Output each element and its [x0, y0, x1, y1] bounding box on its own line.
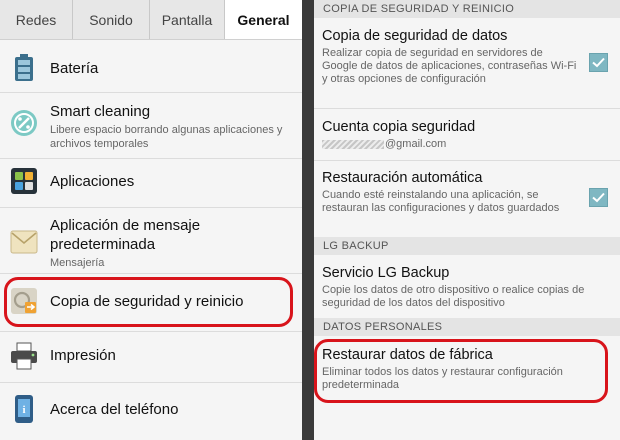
apps-icon: [10, 167, 38, 195]
tab-sonido[interactable]: Sonido: [73, 0, 150, 39]
settings-item-title: Smart cleaning: [50, 103, 151, 120]
section-header-lg-backup: LG BACKUP: [314, 237, 620, 255]
settings-item-title: Aplicación de mensaje predeterminada: [50, 217, 201, 253]
smart-cleaning-icon: [10, 109, 38, 137]
setting-subtitle: Cuando esté reinstalando una aplicación,…: [322, 189, 560, 214]
settings-item-acerca-telefono[interactable]: i Acerca del teléfono: [0, 386, 302, 432]
settings-item-aplicaciones[interactable]: Aplicaciones: [0, 160, 302, 202]
highlight-box-restaurar-fabrica: [314, 339, 608, 403]
settings-item-bateria[interactable]: Batería: [0, 48, 302, 88]
backup-data-checkbox[interactable]: [589, 53, 608, 72]
section-header-copia-seguridad: COPIA DE SEGURIDAD Y REINICIO: [314, 0, 620, 18]
divider: [314, 108, 620, 109]
checkmark-icon: [592, 57, 605, 68]
setting-title: Servicio LG Backup: [322, 265, 450, 281]
settings-item-mensaje-predeterminada[interactable]: Aplicación de mensaje predeterminada Men…: [0, 210, 302, 270]
tab-pantalla[interactable]: Pantalla: [150, 0, 225, 39]
divider: [314, 160, 620, 161]
setting-servicio-lg-backup[interactable]: Servicio LG Backup Copie los datos de ot…: [314, 258, 620, 314]
message-app-icon: [10, 228, 38, 256]
panel-divider: [302, 0, 314, 440]
divider: [0, 158, 302, 159]
account-email: @gmail.com: [322, 138, 578, 151]
setting-title: Restauración automática: [322, 170, 483, 186]
divider: [0, 273, 302, 274]
redacted-email-user: [322, 139, 384, 149]
divider: [0, 331, 302, 332]
email-domain: @gmail.com: [385, 138, 447, 150]
settings-item-subtitle: Mensajería: [50, 257, 105, 269]
svg-text:i: i: [22, 404, 25, 416]
setting-subtitle: Copie los datos de otro dispositivo o re…: [322, 284, 585, 309]
setting-title: Cuenta copia seguridad: [322, 119, 476, 135]
backup-reset-panel: COPIA DE SEGURIDAD Y REINICIO Copia de s…: [314, 0, 620, 440]
tab-redes[interactable]: Redes: [0, 0, 73, 39]
setting-subtitle: Realizar copia de seguridad en servidore…: [322, 47, 577, 85]
settings-tab-bar: Redes Sonido Pantalla General: [0, 0, 302, 40]
auto-restore-checkbox[interactable]: [589, 188, 608, 207]
general-settings-panel: Redes Sonido Pantalla General Batería Sm…: [0, 0, 302, 440]
about-phone-icon: i: [10, 395, 38, 423]
settings-item-title: Aplicaciones: [50, 173, 135, 190]
settings-item-subtitle: Libere espacio borrando algunas aplicaci…: [50, 124, 283, 150]
setting-title: Copia de seguridad de datos: [322, 28, 508, 44]
settings-item-title: Batería: [50, 60, 99, 77]
settings-item-title: Acerca del teléfono: [50, 401, 179, 418]
tab-general[interactable]: General: [225, 0, 302, 39]
settings-item-title: Impresión: [50, 347, 116, 364]
setting-cuenta-copia-seguridad[interactable]: Cuenta copia seguridad @gmail.com: [314, 112, 620, 158]
battery-icon: [10, 54, 38, 82]
divider: [0, 382, 302, 383]
settings-item-smart-cleaning[interactable]: Smart cleaning Libere espacio borrando a…: [0, 93, 302, 153]
settings-item-impresion[interactable]: Impresión: [0, 334, 302, 378]
setting-restauracion-automatica[interactable]: Restauración automática Cuando esté rein…: [314, 164, 620, 236]
divider: [0, 207, 302, 208]
checkmark-icon: [592, 192, 605, 203]
printer-icon: [10, 342, 38, 370]
highlight-box-copia-seguridad: [4, 277, 293, 327]
section-header-datos-personales: DATOS PERSONALES: [314, 318, 620, 336]
setting-copia-seguridad-datos[interactable]: Copia de seguridad de datos Realizar cop…: [314, 22, 620, 108]
